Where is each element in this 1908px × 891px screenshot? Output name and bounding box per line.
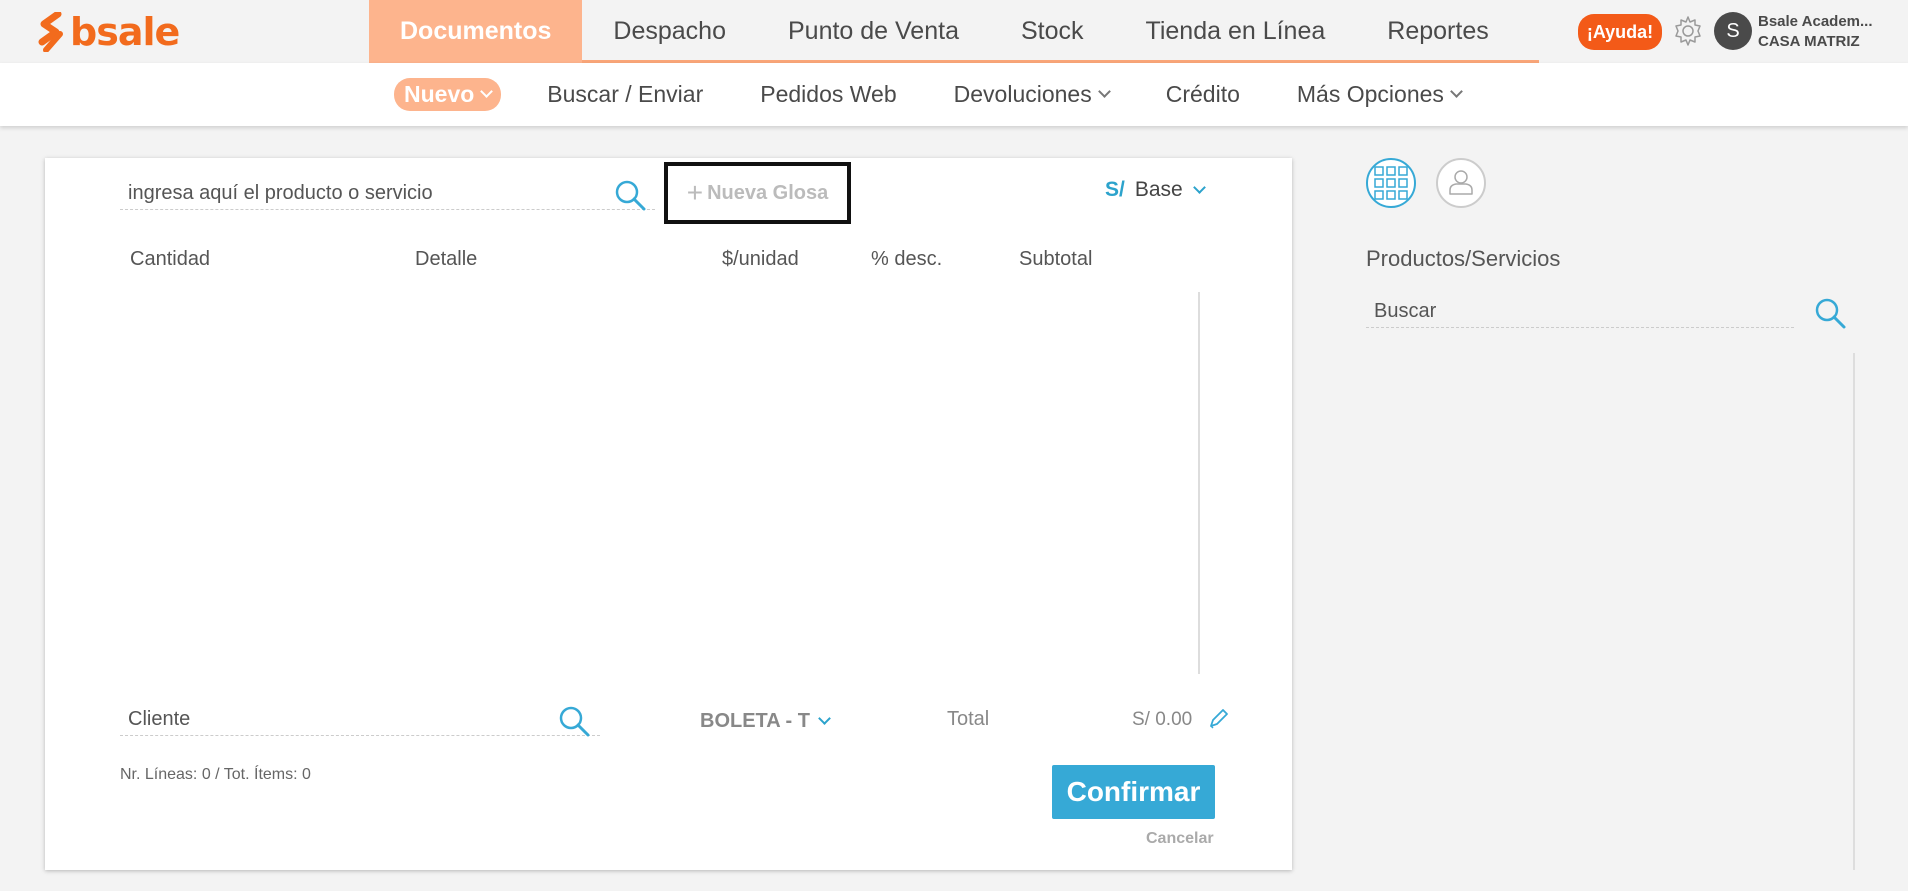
new-glosa-button[interactable]: + Nueva Glosa [664, 162, 851, 224]
sub-nav-nuevo[interactable]: Nuevo [394, 78, 502, 111]
user-info[interactable]: Bsale Academ... CASA MATRIZ [1758, 12, 1873, 52]
main-nav-reportes[interactable]: Reportes [1356, 0, 1519, 63]
main-nav-stock[interactable]: Stock [990, 0, 1115, 63]
line-item-counts: Nr. Líneas: 0 / Tot. Ítems: 0 [120, 766, 311, 783]
grid-view-button[interactable] [1366, 158, 1416, 208]
sub-nav-mas-opciones-label: Más Opciones [1296, 81, 1444, 107]
avatar[interactable]: S [1714, 12, 1752, 50]
top-bar: bsale Documentos Despacho Punto de Venta… [0, 0, 1908, 63]
grid-view-icon [1374, 166, 1408, 200]
product-search-input[interactable] [120, 178, 655, 210]
chevron-down-icon [1192, 180, 1206, 194]
document-type-label: BOLETA - T [700, 710, 810, 732]
chevron-down-icon [480, 85, 494, 98]
document-type-selector[interactable]: BOLETA - T [700, 710, 831, 733]
user-view-icon [1449, 170, 1473, 195]
bsale-logo-icon [38, 12, 63, 52]
products-scrollbar[interactable] [1853, 353, 1855, 870]
main-nav-punto-de-venta[interactable]: Punto de Venta [757, 0, 990, 63]
brand-name: bsale [70, 10, 180, 54]
price-list-label: Base [1134, 178, 1183, 201]
sub-nav: Nuevo Buscar / Enviar Pedidos Web Devolu… [394, 63, 1518, 126]
currency-symbol: S/ [1105, 178, 1125, 201]
search-icon[interactable] [557, 704, 591, 738]
lines-scrollbar[interactable] [1198, 292, 1200, 674]
sub-nav-credito[interactable]: Crédito [1166, 81, 1240, 108]
search-icon[interactable] [613, 178, 647, 212]
column-header-unit-price: $/unidad [722, 248, 799, 270]
chevron-down-icon [1450, 85, 1463, 98]
sub-bar: Nuevo Buscar / Enviar Pedidos Web Devolu… [0, 63, 1908, 126]
main-nav-tienda-en-linea[interactable]: Tienda en Línea [1115, 0, 1357, 63]
sub-nav-buscar-enviar[interactable]: Buscar / Enviar [547, 81, 703, 108]
search-icon[interactable] [1813, 296, 1847, 330]
sub-nav-pedidos-web-label: Pedidos Web [760, 81, 897, 107]
pencil-icon[interactable] [1207, 708, 1229, 730]
client-input[interactable] [120, 704, 600, 736]
gear-icon[interactable] [1671, 14, 1705, 48]
total-value: S/ 0.00 [1132, 709, 1193, 730]
main-nav: Documentos Despacho Punto de Venta Stock… [369, 0, 1539, 63]
bsale-logo[interactable]: bsale [38, 10, 180, 54]
branch-name: CASA MATRIZ [1758, 33, 1860, 50]
sub-nav-devoluciones[interactable]: Devoluciones [953, 81, 1111, 108]
column-header-cantidad: Cantidad [130, 248, 211, 270]
help-button[interactable]: ¡Ayuda! [1578, 14, 1662, 50]
products-panel-title: Productos/Servicios [1366, 246, 1561, 271]
cancel-link[interactable]: Cancelar [1146, 830, 1214, 848]
main-nav-despacho[interactable]: Despacho [582, 0, 757, 63]
column-header-subtotal: Subtotal [1019, 248, 1093, 270]
sub-nav-credito-label: Crédito [1165, 81, 1240, 107]
user-name: Bsale Academ... [1758, 13, 1873, 30]
main-nav-documentos[interactable]: Documentos [369, 0, 583, 63]
products-search-input[interactable] [1366, 296, 1794, 328]
user-view-button[interactable] [1436, 158, 1486, 208]
chevron-down-icon [1097, 85, 1111, 98]
total-label: Total [947, 708, 990, 730]
sub-nav-buscar-enviar-label: Buscar / Enviar [547, 81, 704, 107]
sub-nav-mas-opciones[interactable]: Más Opciones [1296, 81, 1463, 108]
column-header-discount: % desc. [871, 248, 943, 270]
sub-nav-pedidos-web[interactable]: Pedidos Web [760, 81, 896, 108]
plus-icon: + [686, 177, 704, 208]
document-card: + Nueva Glosa S/ Base Cantidad Detalle $… [45, 158, 1292, 870]
chevron-down-icon [818, 712, 831, 725]
sub-nav-devoluciones-label: Devoluciones [953, 81, 1092, 107]
column-header-detalle: Detalle [415, 248, 478, 270]
confirm-button[interactable]: Confirmar [1052, 765, 1215, 819]
new-glosa-label: Nueva Glosa [707, 181, 829, 204]
sub-nav-nuevo-label: Nuevo [404, 81, 475, 107]
price-list-selector[interactable]: S/ Base [1105, 178, 1206, 202]
